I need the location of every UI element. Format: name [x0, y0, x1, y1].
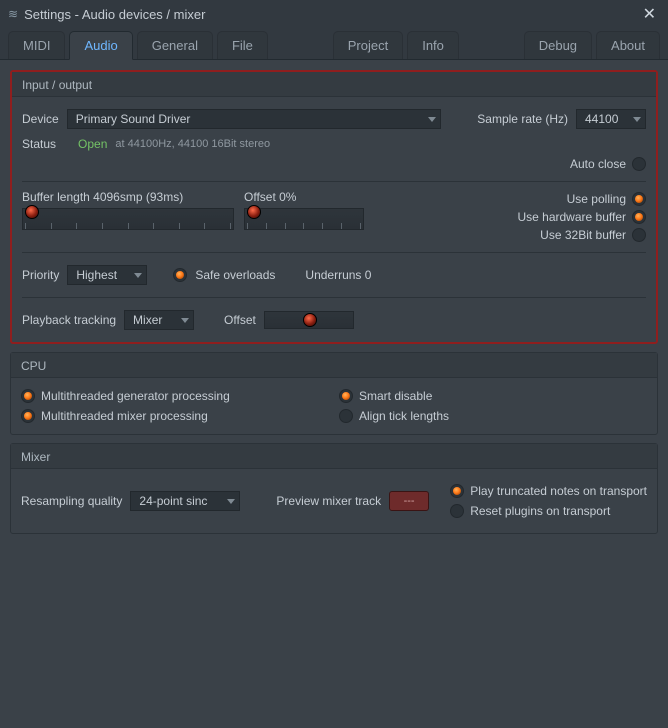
- priority-label: Priority: [22, 268, 59, 282]
- offset-label: Offset 0%: [244, 190, 456, 204]
- playback-tracking-label: Playback tracking: [22, 313, 116, 327]
- device-value: Primary Sound Driver: [76, 112, 191, 126]
- tab-debug[interactable]: Debug: [524, 31, 592, 59]
- play-truncated-label: Play truncated notes on transport: [470, 484, 647, 498]
- auto-close-toggle[interactable]: [632, 157, 646, 171]
- resampling-dropdown[interactable]: 24-point sinc: [130, 491, 240, 511]
- tab-info[interactable]: Info: [407, 31, 459, 59]
- priority-value: Highest: [76, 268, 117, 282]
- underruns-label: Underruns 0: [305, 268, 371, 282]
- content: Input / output Device Primary Sound Driv…: [0, 60, 668, 552]
- align-ticks-toggle[interactable]: [339, 409, 353, 423]
- group-mixer: Mixer Resampling quality 24-point sinc P…: [10, 443, 658, 534]
- mt-mix-toggle[interactable]: [21, 409, 35, 423]
- use-hw-buffer-label: Use hardware buffer: [517, 210, 626, 224]
- buffer-length-slider[interactable]: [22, 208, 234, 230]
- preview-value: ---: [404, 495, 415, 507]
- tab-audio[interactable]: Audio: [69, 31, 132, 60]
- sample-rate-value: 44100: [585, 112, 618, 126]
- titlebar: ≋ Settings - Audio devices / mixer ✕: [0, 0, 668, 28]
- status-detail: at 44100Hz, 44100 16Bit stereo: [115, 138, 270, 150]
- window-title: Settings - Audio devices / mixer: [24, 7, 639, 22]
- offset-slider[interactable]: [244, 208, 364, 230]
- sample-rate-label: Sample rate (Hz): [477, 112, 568, 126]
- smart-disable-toggle[interactable]: [339, 389, 353, 403]
- safe-overloads-toggle[interactable]: [173, 268, 187, 282]
- group-cpu: CPU Multithreaded generator processing M…: [10, 352, 658, 435]
- smart-disable-label: Smart disable: [359, 389, 432, 403]
- mt-mix-label: Multithreaded mixer processing: [41, 409, 208, 423]
- group-title-io: Input / output: [12, 72, 656, 97]
- chevron-down-icon: [633, 117, 641, 122]
- buffer-length-label: Buffer length 4096smp (93ms): [22, 190, 234, 204]
- preview-track-button[interactable]: ---: [389, 491, 429, 511]
- mt-gen-toggle[interactable]: [21, 389, 35, 403]
- app-icon: ≋: [8, 7, 18, 21]
- auto-close-label: Auto close: [570, 157, 626, 171]
- playback-offset-label: Offset: [224, 313, 256, 327]
- mt-gen-label: Multithreaded generator processing: [41, 389, 230, 403]
- resampling-value: 24-point sinc: [139, 494, 207, 508]
- tab-project[interactable]: Project: [333, 31, 403, 59]
- chevron-down-icon: [428, 117, 436, 122]
- tab-about[interactable]: About: [596, 31, 660, 59]
- device-dropdown[interactable]: Primary Sound Driver: [67, 109, 442, 129]
- playback-tracking-dropdown[interactable]: Mixer: [124, 310, 194, 330]
- use-polling-label: Use polling: [567, 192, 626, 206]
- group-title-cpu: CPU: [11, 353, 657, 378]
- priority-dropdown[interactable]: Highest: [67, 265, 147, 285]
- safe-overloads-label: Safe overloads: [195, 268, 275, 282]
- status-open: Open: [78, 137, 107, 151]
- play-truncated-toggle[interactable]: [450, 484, 464, 498]
- playback-offset-slider[interactable]: [264, 311, 354, 329]
- use-32bit-toggle[interactable]: [632, 228, 646, 242]
- use-hw-buffer-toggle[interactable]: [632, 210, 646, 224]
- tab-general[interactable]: General: [137, 31, 213, 59]
- chevron-down-icon: [227, 499, 235, 504]
- preview-label: Preview mixer track: [276, 494, 381, 508]
- resampling-label: Resampling quality: [21, 494, 122, 508]
- reset-plugins-toggle[interactable]: [450, 504, 464, 518]
- chevron-down-icon: [134, 273, 142, 278]
- use-32bit-label: Use 32Bit buffer: [540, 228, 626, 242]
- use-polling-toggle[interactable]: [632, 192, 646, 206]
- close-icon[interactable]: ✕: [639, 2, 660, 26]
- playback-tracking-value: Mixer: [133, 313, 162, 327]
- group-title-mixer: Mixer: [11, 444, 657, 469]
- tab-midi[interactable]: MIDI: [8, 31, 65, 59]
- group-input-output: Input / output Device Primary Sound Driv…: [10, 70, 658, 344]
- align-ticks-label: Align tick lengths: [359, 409, 449, 423]
- reset-plugins-label: Reset plugins on transport: [470, 504, 610, 518]
- chevron-down-icon: [181, 318, 189, 323]
- status-label: Status: [22, 137, 56, 151]
- device-label: Device: [22, 112, 59, 126]
- tabs: MIDI Audio General File Project Info Deb…: [0, 28, 668, 60]
- tab-file[interactable]: File: [217, 31, 268, 59]
- sample-rate-dropdown[interactable]: 44100: [576, 109, 646, 129]
